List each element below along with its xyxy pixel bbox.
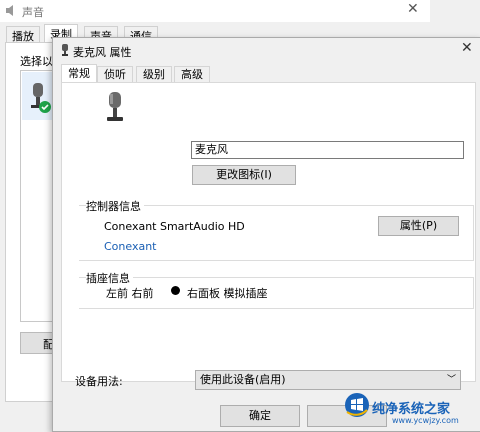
ok-button[interactable]: 确定: [220, 405, 300, 427]
chevron-down-icon: ﹀: [446, 375, 456, 385]
speaker-icon: [5, 4, 18, 20]
watermark-url: www.ycwjzy.com: [392, 416, 459, 425]
device-usage-label: 设备用法:: [75, 375, 123, 388]
sound-window-title: 声音: [22, 6, 44, 19]
controller-properties-button[interactable]: 属性(P): [378, 216, 459, 236]
close-icon[interactable]: ✕: [461, 40, 473, 56]
controller-info-legend: 控制器信息: [86, 198, 144, 214]
microphone-properties-dialog: 麦克风 属性 ✕ 常规 侦听 级别 高级 麦克风 更改图标(I) 控制器信息 C…: [52, 37, 480, 432]
default-check-icon: [39, 101, 51, 116]
jack-info-legend: 插座信息: [86, 270, 133, 286]
watermark-logo-icon: [344, 392, 370, 421]
jack-location: 左前 右前: [106, 287, 154, 300]
change-icon-button[interactable]: 更改图标(I): [192, 165, 296, 185]
sound-close-icon[interactable]: ✕: [407, 1, 419, 17]
dialog-title: 麦克风 属性: [73, 46, 132, 59]
device-usage-select[interactable]: 使用此设备(启用) ﹀: [195, 370, 461, 390]
tab-listen[interactable]: 侦听: [97, 66, 133, 83]
select-device-label: 选择以: [20, 55, 53, 68]
sound-titlebar: 声音 ✕: [0, 0, 430, 22]
tab-advanced[interactable]: 高级: [174, 66, 210, 83]
watermark-text: 纯净系统之家: [372, 402, 451, 417]
jack-description: 右面板 模拟插座: [187, 287, 268, 300]
device-usage-value: 使用此设备(启用): [200, 373, 286, 386]
dialog-mic-icon: [61, 44, 69, 59]
jack-color-dot-icon: [171, 286, 180, 295]
tab-levels[interactable]: 级别: [136, 66, 172, 83]
tab-general[interactable]: 常规: [61, 64, 97, 83]
general-tab-panel: 麦克风 更改图标(I) 控制器信息 Conexant SmartAudio HD…: [61, 82, 476, 382]
controller-vendor-link[interactable]: Conexant: [104, 240, 157, 253]
controller-name: Conexant SmartAudio HD: [104, 220, 245, 233]
microphone-icon: [104, 92, 126, 127]
device-name-input[interactable]: 麦克风: [191, 141, 464, 159]
